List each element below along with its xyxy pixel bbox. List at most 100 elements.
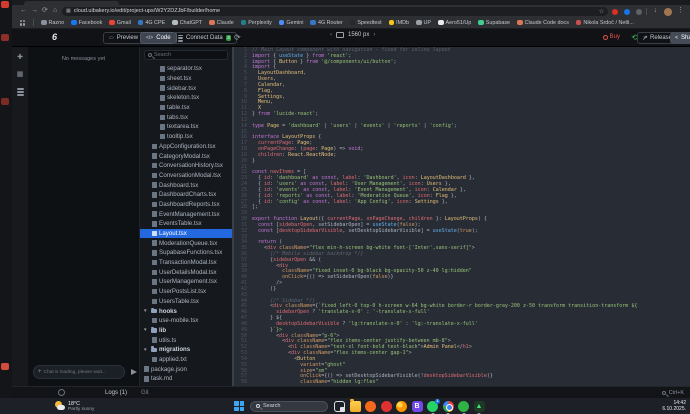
tree-item-eventmanagement-tsx[interactable]: EventManagement.tsx <box>140 209 232 219</box>
chevron-down-icon[interactable]: ▾ <box>144 308 148 314</box>
tree-item-dashboardreports-tsx[interactable]: DashboardReports.tsx <box>140 200 232 210</box>
tree-item-appconfiguration-tsx[interactable]: AppConfiguration.tsx <box>140 142 232 152</box>
tree-item-supabasefunctions-tsx[interactable]: SupabaseFunctions.tsx <box>140 248 232 258</box>
extension-icon[interactable] <box>624 9 630 15</box>
tree-item-sheet-tsx[interactable]: sheet.tsx <box>140 74 232 84</box>
tree-item-hooks[interactable]: ▾hooks <box>140 306 232 316</box>
connect-data-button[interactable]: Connect Data 3 <box>172 32 237 44</box>
uibakery-logo[interactable]: 6 <box>52 32 57 42</box>
chat-input[interactable]: + Chat is loading, please wait... <box>33 365 125 379</box>
tree-item-conversationhistory-tsx[interactable]: ConversationHistory.tsx <box>140 161 232 171</box>
file-search-input[interactable]: Search <box>144 50 228 60</box>
bookmark-nikola-srdo-netli[interactable]: Nikola Srdoč / Netli... <box>576 20 634 26</box>
desktop-icon[interactable] <box>1 98 9 105</box>
reload-icon[interactable]: ⟳ <box>42 6 48 16</box>
desktop-icon[interactable] <box>1 363 9 370</box>
task-view-icon[interactable] <box>334 401 345 412</box>
bookmark-perplexity[interactable]: Perplexity <box>241 20 272 26</box>
taskbar-clock[interactable]: 14:42 6.10.2025. <box>662 400 686 412</box>
tree-item-package-json[interactable]: package.json <box>140 364 232 374</box>
bookmark-speedtest[interactable]: Speedtest <box>350 20 382 26</box>
code-editor[interactable]: 1234567891011121314151617181920212223242… <box>234 47 690 386</box>
apps-grid-icon[interactable] <box>20 20 26 26</box>
chevron-down-icon[interactable]: ▾ <box>144 327 148 333</box>
bookmark-facebook[interactable]: Facebook <box>71 20 102 26</box>
desktop-icon[interactable] <box>1 1 9 8</box>
tree-item-skeleton-tsx[interactable]: skeleton.tsx <box>140 93 232 103</box>
bookmark-chatgpt[interactable]: ChatGPT <box>172 20 202 26</box>
new-chat-icon[interactable]: ✚ <box>17 54 23 62</box>
bookmark-razno[interactable]: Razno <box>41 20 64 26</box>
downloads-icon[interactable]: ↓ <box>654 6 658 16</box>
bsplayer-icon[interactable]: B <box>412 401 423 412</box>
bookmark-claude[interactable]: Claude <box>209 20 234 26</box>
tree-item-use-mobile-tsx[interactable]: use-mobile.tsx <box>140 316 232 326</box>
bookmark-gmail[interactable]: Gmail <box>109 20 131 26</box>
chevron-down-icon[interactable]: ▾ <box>144 347 148 353</box>
tree-item-transactionmodal-tsx[interactable]: TransactionModal.tsx <box>140 258 232 268</box>
tree-item-utils-ts[interactable]: utils.ts <box>140 335 232 345</box>
back-icon[interactable]: ← <box>20 6 27 16</box>
logs-button[interactable]: Logs (1) <box>105 390 127 396</box>
extension-icon[interactable] <box>636 9 642 15</box>
firefox-icon[interactable] <box>396 401 407 412</box>
home-icon[interactable]: ⌂ <box>53 6 57 16</box>
extension-icon[interactable] <box>612 9 618 15</box>
red-media-app-icon[interactable] <box>381 401 392 412</box>
file-explorer-icon[interactable] <box>350 401 361 412</box>
bookmark-4g-cpe[interactable]: 4G CPE <box>138 20 165 26</box>
bookmark-claude-code-docs[interactable]: Claude Code docs <box>517 20 569 26</box>
tree-item-userpostslist-tsx[interactable]: UserPostsList.tsx <box>140 287 232 297</box>
tree-item-userdetailsmodal-tsx[interactable]: UserDetailsModal.tsx <box>140 267 232 277</box>
forward-icon[interactable]: → <box>31 6 38 16</box>
tree-item-sidebar-tsx[interactable]: sidebar.tsx <box>140 83 232 93</box>
tree-item-lib[interactable]: ▾lib <box>140 326 232 336</box>
components-grid-icon[interactable]: ▦ <box>17 71 24 79</box>
buy-button[interactable]: Buy <box>603 34 620 40</box>
bookmark-aero51-up[interactable]: Aero51/Up <box>438 20 471 26</box>
data-icon[interactable] <box>17 88 24 96</box>
bookmark-4g-router[interactable]: 4G Router <box>310 20 342 26</box>
phone-app-icon[interactable] <box>458 401 469 412</box>
tree-item-conversationmodal-tsx[interactable]: ConversationModal.tsx <box>140 171 232 181</box>
bookmark-gemini[interactable]: Gemini <box>279 20 304 26</box>
tree-item-table-tsx[interactable]: table.tsx <box>140 103 232 113</box>
bookmark-up[interactable]: UP <box>416 20 431 26</box>
tree-item-usermanagement-tsx[interactable]: UserManagement.tsx <box>140 277 232 287</box>
tree-item-layout-tsx[interactable]: Layout.tsx <box>140 229 232 239</box>
weather-widget[interactable]: 18°C Partly sunny <box>55 401 94 412</box>
refresh-icon[interactable]: ⟳ <box>234 33 241 43</box>
chrome-icon[interactable] <box>443 401 454 412</box>
preview-button[interactable]: ▭ Preview <box>103 32 144 44</box>
profile-avatar[interactable] <box>664 8 672 16</box>
status-icon[interactable] <box>58 389 65 396</box>
bookmark-supabase[interactable]: Supabase <box>478 20 510 26</box>
git-button[interactable]: Git <box>141 390 149 396</box>
attach-icon[interactable]: + <box>38 369 42 375</box>
bookmark-star-icon[interactable]: ☆ <box>599 8 604 15</box>
viewport-width-control[interactable]: ‹ 1560 px › <box>330 32 375 38</box>
viewport-decrease-icon[interactable]: ‹ <box>330 32 332 38</box>
tree-item-tooltip-tsx[interactable]: tooltip.tsx <box>140 132 232 142</box>
tree-item-userstable-tsx[interactable]: UsersTable.tsx <box>140 297 232 307</box>
share-button[interactable]: < Share <box>670 32 690 44</box>
site-info-icon[interactable]: ▦ <box>66 8 71 14</box>
start-button[interactable] <box>234 401 244 411</box>
bookmark-imdb[interactable]: IMDb <box>389 20 409 26</box>
tree-item-moderationqueue-tsx[interactable]: ModerationQueue.tsx <box>140 238 232 248</box>
tree-item-tabs-tsx[interactable]: tabs.tsx <box>140 112 232 122</box>
tree-item-task-md[interactable]: task.md <box>140 374 232 384</box>
address-bar[interactable]: ▦ cloud.uibakery.io/edit/project-ups/W2Y… <box>62 7 608 16</box>
desktop-icon[interactable] <box>1 34 9 41</box>
tree-item-dashboard-tsx[interactable]: Dashboard.tsx <box>140 180 232 190</box>
taskbar-search[interactable]: Search <box>250 401 328 412</box>
tree-item-applied-txt[interactable]: applied.txt <box>140 355 232 365</box>
command-palette-shortcut[interactable]: Ctrl+K <box>662 390 684 396</box>
screenshot-app-icon[interactable]: ▲ <box>474 401 485 412</box>
send-icon[interactable] <box>131 369 137 375</box>
whatsapp-icon[interactable]: 1 <box>427 401 438 412</box>
tree-item-migrations[interactable]: ▾migrations <box>140 345 232 355</box>
tree-item-categorymodal-tsx[interactable]: CategoryModal.tsx <box>140 151 232 161</box>
tree-item-textarea-tsx[interactable]: textarea.tsx <box>140 122 232 132</box>
tree-item-separator-tsx[interactable]: separator.tsx <box>140 64 232 74</box>
